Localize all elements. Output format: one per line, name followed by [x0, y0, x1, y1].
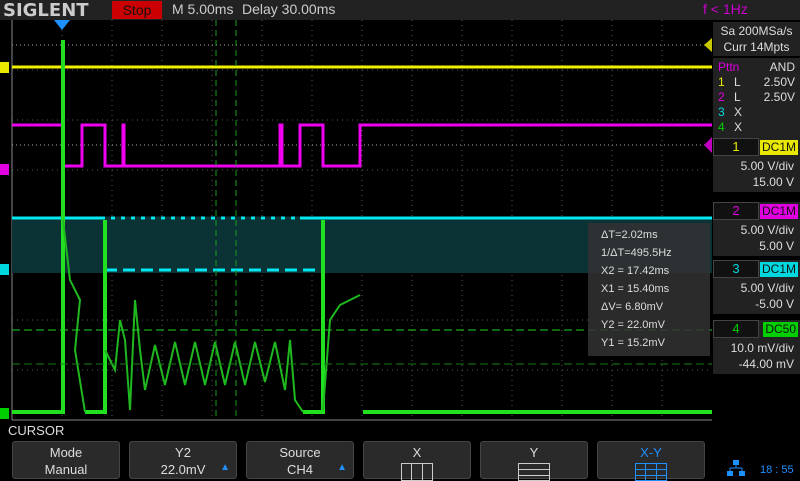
softkey-label: X [412, 445, 422, 460]
pattern-state: X [734, 120, 743, 134]
pattern-state: L [734, 90, 741, 104]
ch3-offset-marker[interactable] [0, 264, 9, 275]
right-info-panel: Sa 200MSa/s Curr 14Mpts Pttn AND 1 L 2.50V 2… [712, 20, 800, 440]
vertical-scale: 10.0 mV/div [730, 341, 794, 355]
inverse-delta-t: 1/ΔT=495.5Hz [601, 247, 672, 259]
pattern-channel: 2 [718, 90, 725, 104]
ch4-offset-marker[interactable] [0, 408, 9, 419]
softkey-y2[interactable]: Y2 22.0mV ▲ [129, 441, 237, 479]
pattern-level: 2.50V [763, 90, 795, 104]
softkey-label: Y [529, 445, 539, 460]
softkey-source[interactable]: Source CH4 ▲ [246, 441, 354, 479]
menu-title: CURSOR [8, 423, 65, 438]
x1-value: X1 = 15.40ms [601, 283, 670, 295]
pattern-title: Pttn [718, 60, 740, 74]
top-status-bar: SIGLENT Stop M 5.00ms Delay 30.00ms f < … [0, 0, 800, 21]
vertical-scale: 5.00 V/div [740, 281, 794, 295]
arrow-up-icon: ▲ [337, 462, 347, 473]
waveform-display[interactable] [0, 20, 712, 422]
pattern-state: L [734, 75, 741, 89]
x-cursor-icon [401, 463, 433, 481]
softkey-label: X-Y [640, 445, 662, 460]
pattern-level [754, 120, 795, 135]
coupling-badge: DC1M [759, 204, 798, 219]
softkey-label: Mode [49, 445, 83, 460]
pattern-state: X [734, 105, 743, 119]
ch1-offset-marker[interactable] [0, 62, 9, 73]
xy-cursor-icon [635, 463, 667, 481]
softkey-x-y[interactable]: X-Y [597, 441, 705, 481]
clock: 18 : 55 [760, 464, 794, 476]
pattern-channel: 1 [718, 75, 725, 89]
ch1-settings[interactable]: 1 DC1M 5.00 V/div 15.00 V [713, 138, 800, 192]
coupling-badge: DC1M [759, 140, 798, 155]
pattern-row[interactable]: 2 L 2.50V [718, 90, 795, 105]
vertical-offset: 15.00 V [752, 175, 794, 189]
channel-number: 1 [713, 138, 759, 156]
ch2-trigger-marker[interactable] [704, 137, 712, 153]
cursor-measurement-panel: ΔT=2.02ms 1/ΔT=495.5Hz X2 = 17.42ms X1 =… [588, 223, 710, 356]
pattern-level [754, 105, 795, 120]
pattern-mode: AND [769, 60, 795, 74]
vertical-scale: 5.00 V/div [740, 223, 794, 237]
acquisition-info[interactable]: Sa 200MSa/s Curr 14Mpts [713, 22, 800, 56]
vertical-offset: -5.00 V [755, 297, 794, 311]
vertical-offset: -44.00 mV [738, 357, 794, 371]
pattern-row[interactable]: 3X [718, 105, 795, 120]
siglent-logo: SIGLENT [3, 0, 89, 21]
ch2-offset-marker[interactable] [0, 164, 9, 175]
memory-depth: Curr 14Mpts [723, 40, 790, 54]
ch3-settings[interactable]: 3 DC1M 5.00 V/div -5.00 V [713, 260, 800, 314]
coupling-badge: DC1M [759, 262, 798, 277]
trigger-frequency: f < 1Hz [703, 1, 748, 17]
channel-number: 4 [713, 320, 759, 338]
vertical-scale: 5.00 V/div [740, 159, 794, 173]
pattern-channel: 4 [718, 120, 725, 134]
delta-v: ΔV= 6.80mV [601, 301, 664, 313]
run-stop-indicator[interactable]: Stop [112, 1, 162, 19]
trigger-position-marker[interactable] [54, 20, 70, 30]
delta-t: ΔT=2.02ms [601, 229, 658, 241]
pattern-row[interactable]: 4X [718, 120, 795, 135]
channel-number: 2 [713, 202, 759, 220]
pattern-channel: 3 [718, 105, 725, 119]
softkey-value: Manual [44, 462, 88, 477]
timebase-readout[interactable]: M 5.00ms [172, 1, 233, 17]
pattern-level: 2.50V [763, 75, 795, 89]
ch2-settings[interactable]: 2 DC1M 5.00 V/div 5.00 V [713, 202, 800, 256]
channel-number: 3 [713, 260, 759, 278]
softkey-x[interactable]: X [363, 441, 471, 481]
vertical-offset: 5.00 V [759, 239, 794, 253]
arrow-up-icon: ▲ [220, 462, 230, 473]
ch4-settings[interactable]: 4 DC50 10.0 mV/div -44.00 mV [713, 320, 800, 374]
y1-value: Y1 = 15.2mV [601, 337, 665, 349]
sample-rate: Sa 200MSa/s [720, 24, 793, 38]
softkey-mode[interactable]: Mode Manual [12, 441, 120, 479]
coupling-badge: DC50 [763, 322, 798, 337]
delay-readout[interactable]: Delay 30.00ms [242, 1, 335, 17]
y-cursor-icon [518, 463, 550, 481]
softkey-y[interactable]: Y [480, 441, 588, 481]
ch1-trigger-marker[interactable] [704, 38, 712, 52]
x2-value: X2 = 17.42ms [601, 265, 670, 277]
y2-value: Y2 = 22.0mV [601, 319, 665, 331]
network-icon [727, 460, 745, 476]
pattern-row[interactable]: 1 L 2.50V [718, 75, 795, 90]
